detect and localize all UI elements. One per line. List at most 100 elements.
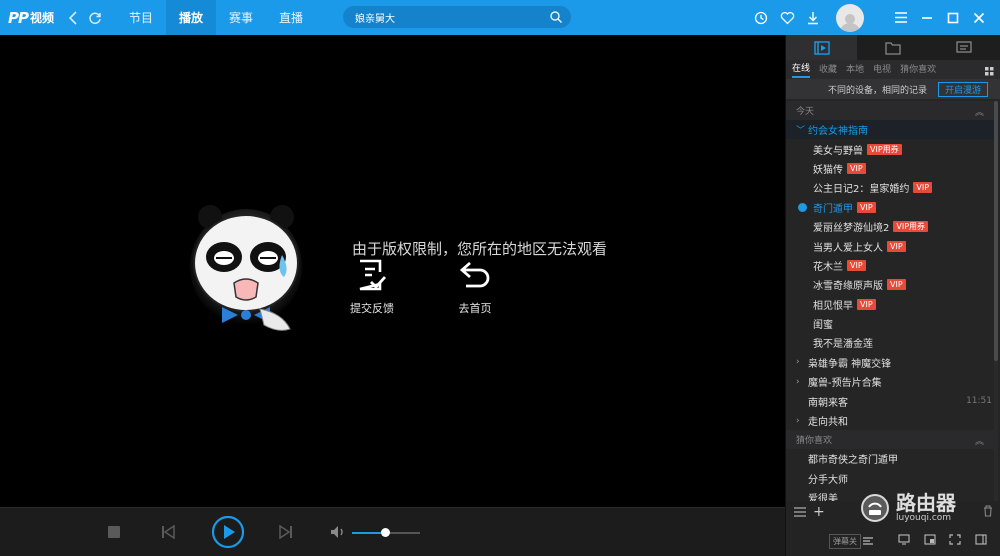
list-item-recommended[interactable]: 分手大师 xyxy=(786,469,994,488)
subtab-tv[interactable]: 电视 xyxy=(873,62,891,77)
list-item[interactable]: 妖猫传 VIP xyxy=(786,159,994,178)
collapse-icon[interactable]: ︽ xyxy=(975,434,984,447)
list-item[interactable]: 闺蜜 xyxy=(786,314,994,333)
barrage-settings-icon[interactable] xyxy=(862,535,874,549)
list-item[interactable]: 相见恨早 VIP xyxy=(786,295,994,314)
list-item[interactable]: 我不是潘金莲 xyxy=(786,333,994,352)
nav-item-playback[interactable]: 播放 xyxy=(166,0,216,35)
list-item-group-open[interactable]: ﹀ 约会女神指南 xyxy=(786,120,994,140)
group-title: 枭雄争霸 神魔交锋 xyxy=(808,358,892,370)
sidebar-subtabs: 在线 收藏 本地 电视 猜你喜欢 xyxy=(786,60,1000,79)
volume-slider-handle[interactable] xyxy=(380,528,390,537)
pip-icon[interactable] xyxy=(924,534,936,548)
sync-text: 不同的设备，相同的记录 xyxy=(828,85,928,96)
volume-slider[interactable] xyxy=(352,528,420,537)
collapse-icon[interactable]: ︽ xyxy=(975,105,984,118)
top-right-toolbar xyxy=(748,0,992,35)
enable-roaming-button[interactable]: 开启漫游 xyxy=(937,82,988,97)
scrollbar-thumb[interactable] xyxy=(994,101,998,361)
search-input[interactable] xyxy=(355,11,545,23)
search-box[interactable] xyxy=(343,6,571,28)
play-button[interactable] xyxy=(211,515,245,549)
list-item-recommended[interactable]: 都市奇侠之奇门遁甲 xyxy=(786,449,994,468)
list-item[interactable]: 冰雪奇缘原声版 VIP xyxy=(786,275,994,294)
next-icon[interactable] xyxy=(279,525,293,539)
subtab-local[interactable]: 本地 xyxy=(846,62,864,77)
minimize-icon[interactable] xyxy=(914,0,940,35)
tab-folder[interactable] xyxy=(857,35,928,60)
history-icon[interactable] xyxy=(748,0,774,35)
list-item[interactable]: 爱丽丝梦游仙境2 VIP用券 xyxy=(786,217,994,236)
close-icon[interactable] xyxy=(966,0,992,35)
main-nav: 节目 播放 赛事 直播 xyxy=(116,0,316,35)
sidebar-tabs xyxy=(786,35,1000,60)
user-avatar[interactable] xyxy=(836,3,864,32)
go-home-label: 去首页 xyxy=(458,302,492,315)
app-logo[interactable]: PP 视频 xyxy=(8,9,64,27)
stop-icon[interactable] xyxy=(107,525,121,539)
go-home-button[interactable]: 去首页 xyxy=(445,258,505,316)
copyright-restriction-message: 由于版权限制，您所在的地区无法观看 xyxy=(352,240,608,258)
list-item[interactable]: 公主日记2：皇家婚约 VIP xyxy=(786,178,994,197)
tab-comments[interactable] xyxy=(929,35,1000,60)
list-item[interactable]: 当男人爱上女人 VIP xyxy=(786,236,994,255)
vip-badge: VIP xyxy=(913,182,933,194)
vip-badge: VIP xyxy=(887,240,906,252)
nav-item-live[interactable]: 直播 xyxy=(266,0,316,35)
history-list: 今天 ︽ ﹀ 约会女神指南 美女与野兽 VIP用券 妖猫传 VIP 公主日记2：皇家… xyxy=(786,101,994,501)
volume-icon[interactable] xyxy=(330,525,346,539)
menu-icon[interactable] xyxy=(888,0,914,35)
item-title: 奇门遁甲 xyxy=(813,203,853,215)
group-title: 魔兽-预告片合集 xyxy=(808,378,882,390)
nav-item-programs[interactable]: 节目 xyxy=(116,0,166,35)
list-item-recommended[interactable]: 爱很美 xyxy=(786,488,994,501)
subtab-online[interactable]: 在线 xyxy=(792,61,811,78)
comment-icon xyxy=(956,40,972,53)
fullscreen-icon[interactable] xyxy=(949,534,961,548)
item-title: 我不是潘金莲 xyxy=(813,339,873,351)
search-icon[interactable] xyxy=(549,10,563,24)
item-title: 相见恨早 xyxy=(813,300,853,312)
delete-icon[interactable] xyxy=(983,505,993,520)
folder-icon xyxy=(885,41,901,55)
subtab-favorites[interactable]: 收藏 xyxy=(819,62,837,77)
tab-playlist[interactable] xyxy=(786,35,858,60)
now-playing-icon xyxy=(798,202,807,212)
nav-item-sports[interactable]: 赛事 xyxy=(216,0,266,35)
section-today[interactable]: 今天 ︽ xyxy=(786,101,994,120)
back-icon[interactable] xyxy=(64,9,82,27)
maximize-icon[interactable] xyxy=(940,0,966,35)
chevron-right-icon: › xyxy=(796,415,800,426)
add-icon[interactable]: + xyxy=(813,504,825,520)
volume-level-fill xyxy=(352,532,385,534)
subtab-recommended[interactable]: 猜你喜欢 xyxy=(900,62,936,77)
download-icon[interactable] xyxy=(800,0,826,35)
section-recommended[interactable]: 猜你喜欢 ︽ xyxy=(786,430,994,450)
toggle-sidebar-icon[interactable] xyxy=(975,534,987,548)
video-player[interactable]: 由于版权限制，您所在的地区无法观看 提交反馈 去首页 xyxy=(0,35,785,507)
previous-icon[interactable] xyxy=(161,525,175,539)
list-item-group[interactable]: 南朝来客 11:51 xyxy=(786,391,994,410)
item-title: 闺蜜 xyxy=(813,320,833,332)
list-item-group[interactable]: › 魔兽-预告片合集 xyxy=(786,372,994,391)
refresh-icon[interactable] xyxy=(86,9,104,27)
list-scrollbar[interactable] xyxy=(994,101,998,501)
list-item[interactable]: 花木兰 VIP xyxy=(786,256,994,275)
item-title: 花木兰 xyxy=(813,261,843,273)
barrage-toggle[interactable]: 弹幕关 xyxy=(829,534,861,549)
submit-feedback-button[interactable]: 提交反馈 xyxy=(342,258,402,316)
watched-time: 11:51 xyxy=(966,396,992,407)
list-item-now-playing[interactable]: 奇门遁甲 VIP xyxy=(786,198,994,217)
list-item-group[interactable]: › 走向共和 xyxy=(786,411,994,430)
chevron-right-icon: › xyxy=(796,357,800,368)
list-item-group[interactable]: › 枭雄争霸 神魔交锋 xyxy=(786,353,994,372)
list-item[interactable]: 美女与野兽 VIP用券 xyxy=(786,139,994,158)
cast-icon[interactable] xyxy=(898,534,910,548)
list-settings-icon[interactable] xyxy=(794,506,806,520)
grid-view-icon[interactable] xyxy=(985,65,994,79)
group-title: 走向共和 xyxy=(808,417,848,429)
group-title: 南朝来客 xyxy=(808,397,848,409)
feedback-edit-icon xyxy=(359,259,387,291)
sync-banner: 不同的设备，相同的记录 开启漫游 xyxy=(786,79,1000,99)
favorite-heart-icon[interactable] xyxy=(774,0,800,35)
